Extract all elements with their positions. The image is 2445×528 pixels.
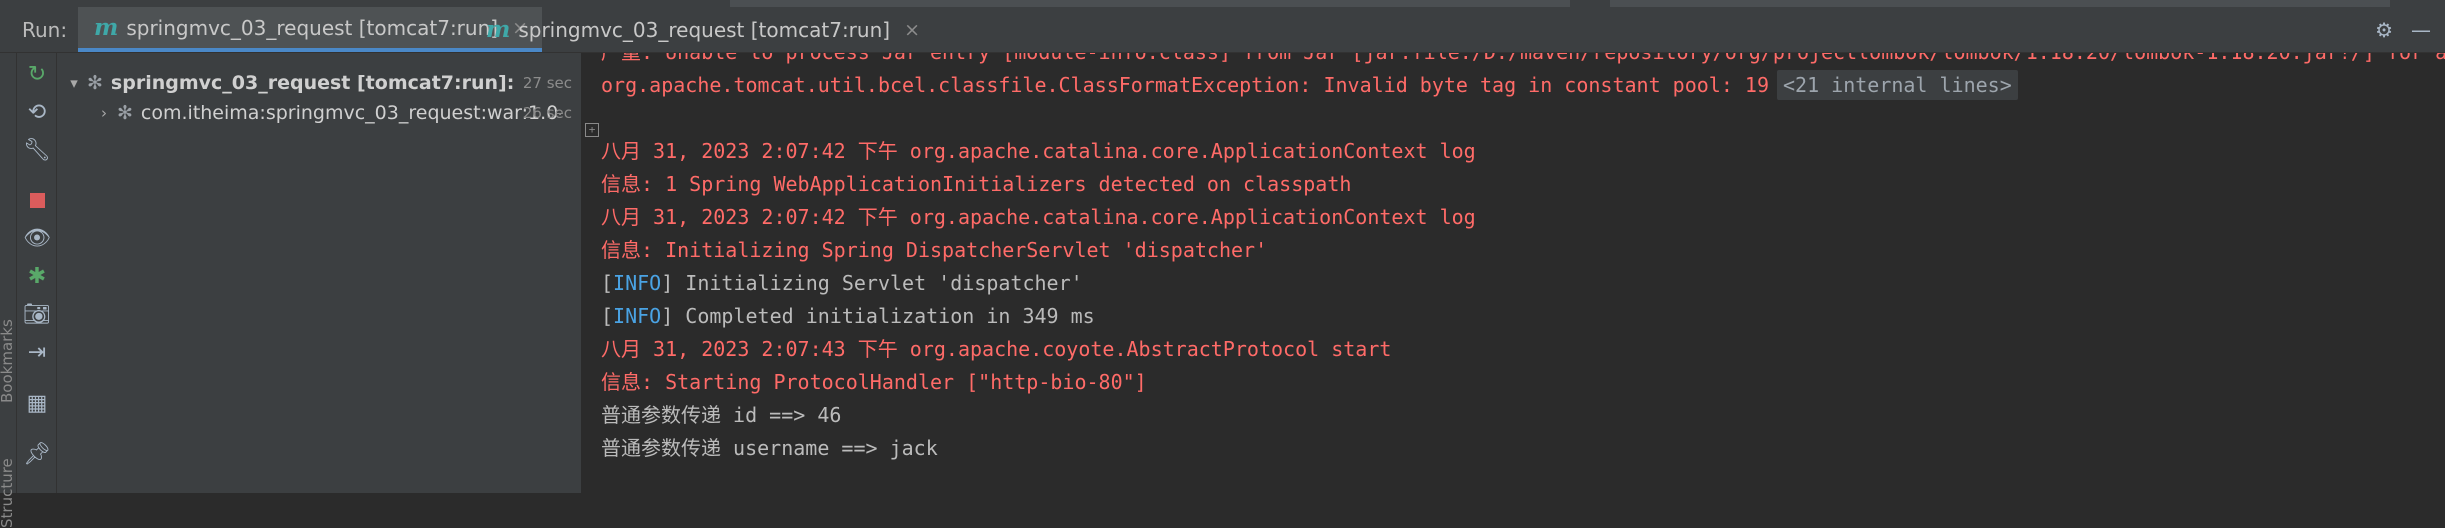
run-process-tree: ▾ ✻ springmvc_03_request [tomcat7:run]: … xyxy=(57,53,582,493)
console-line: 严重: Unable to process Jar entry [module-… xyxy=(601,53,2445,67)
bookmarks-tool-label[interactable]: Bookmarks xyxy=(0,319,16,403)
console-text: 八月 31, 2023 2:07:43 下午 org.apache.coyote… xyxy=(601,337,1392,361)
wrench-icon[interactable]: 🔧︎ xyxy=(17,133,57,167)
console-text: 普通参数传递 id ==> 46 xyxy=(601,403,842,427)
gear-icon[interactable]: ⚙ xyxy=(2375,18,2393,42)
tree-child-label: com.itheima:springmvc_03_request:war:1.0… xyxy=(140,102,561,124)
rerun-icon[interactable]: ↻ xyxy=(17,57,57,91)
console-text: 信息: Initializing Spring DispatcherServle… xyxy=(601,238,1268,262)
console-text: 普通参数传递 username ==> jack xyxy=(601,436,938,460)
spinner-icon: ✻ xyxy=(117,102,133,124)
structure-tool-label[interactable]: Structure xyxy=(0,458,16,528)
tab-title: springmvc_03_request [tomcat7:run] xyxy=(126,15,499,40)
console-line: [INFO] Initializing Servlet 'dispatcher' xyxy=(601,268,1083,298)
chevron-right-icon[interactable]: › xyxy=(91,104,117,122)
console-text: [ xyxy=(601,271,614,295)
top-edge xyxy=(0,0,2445,7)
tree-root-label: springmvc_03_request [tomcat7:run]: xyxy=(110,72,515,94)
console-line: 八月 31, 2023 2:07:43 下午 org.apache.coyote… xyxy=(601,334,1391,364)
top-scroll-segment xyxy=(1610,0,2390,7)
console-text: ] Initializing Servlet 'dispatcher' xyxy=(661,271,1083,295)
run-tab-bar: Run: m springmvc_03_request [tomcat7:run… xyxy=(0,7,2445,53)
tab-title: springmvc_03_request [tomcat7:run] xyxy=(518,17,891,42)
console-text: 信息: Starting ProtocolHandler ["http-bio-… xyxy=(601,370,1147,394)
console-line: 普通参数传递 username ==> jack xyxy=(601,433,938,463)
run-panel-options: ⚙ — xyxy=(2375,18,2431,42)
console-line: [INFO] Completed initialization in 349 m… xyxy=(601,301,1095,331)
debug-bug-icon[interactable]: ✱ xyxy=(17,259,57,293)
console-text: 八月 31, 2023 2:07:42 下午 org.apache.catali… xyxy=(601,139,1476,163)
console-line: 八月 31, 2023 2:07:42 下午 org.apache.catali… xyxy=(601,136,1476,166)
console-line: 普通参数传递 id ==> 46 xyxy=(601,400,841,430)
console-text: INFO xyxy=(613,271,662,295)
console-text: INFO xyxy=(613,304,662,328)
console-output[interactable]: + 严重: Unable to process Jar entry [modul… xyxy=(583,53,2445,493)
close-icon[interactable]: × xyxy=(904,19,920,41)
pin-icon[interactable]: 📌︎ xyxy=(17,437,57,471)
console-text: org.apache.tomcat.util.bcel.classfile.Cl… xyxy=(601,73,1769,97)
console-line: org.apache.tomcat.util.bcel.classfile.Cl… xyxy=(601,70,2018,100)
tree-row-root[interactable]: ▾ ✻ springmvc_03_request [tomcat7:run]: … xyxy=(61,67,576,99)
camera-icon[interactable]: 📷︎ xyxy=(17,297,57,331)
eye-icon[interactable]: 👁︎ xyxy=(17,221,57,255)
tab-run-config[interactable]: m springmvc_03_request [tomcat7:run] × xyxy=(470,7,934,52)
side-tool-strip: Bookmarks Structure xyxy=(0,53,17,528)
exit-icon[interactable]: ⇥ xyxy=(17,335,57,369)
console-text: 八月 31, 2023 2:07:42 下午 org.apache.catali… xyxy=(601,205,1476,229)
spinner-icon: ✻ xyxy=(87,72,103,94)
console-text: 信息: 1 Spring WebApplicationInitializers … xyxy=(601,172,1352,196)
maven-icon: m xyxy=(486,16,511,43)
run-label: Run: xyxy=(22,18,68,42)
console-line: 信息: Starting ProtocolHandler ["http-bio-… xyxy=(601,367,1147,397)
console-line: 信息: 1 Spring WebApplicationInitializers … xyxy=(601,169,1351,199)
minimize-icon[interactable]: — xyxy=(2411,18,2431,42)
run-actions-toolbar: ↻ ⟲ 🔧︎ 👁︎ ✱ 📷︎ ⇥ ▦ 📌︎ xyxy=(17,53,57,493)
console-text: [ xyxy=(601,304,614,328)
elapsed-time: 27 sec xyxy=(522,74,572,92)
console-line: 八月 31, 2023 2:07:42 下午 org.apache.catali… xyxy=(601,202,1476,232)
restart-debug-icon[interactable]: ⟲ xyxy=(17,95,57,129)
maven-icon: m xyxy=(94,14,119,41)
tree-row-child[interactable]: › ✻ com.itheima:springmvc_03_request:war… xyxy=(91,97,576,129)
stop-icon[interactable] xyxy=(17,183,57,217)
top-scroll-segment xyxy=(730,0,1570,7)
console-text: 严重: Unable to process Jar entry [module-… xyxy=(601,53,2445,64)
layout-icon[interactable]: ▦ xyxy=(17,386,57,420)
console-line: 信息: Initializing Spring DispatcherServle… xyxy=(601,235,1267,265)
fold-marker-icon[interactable]: + xyxy=(585,123,599,137)
internal-lines-fold[interactable]: <21 internal lines> xyxy=(1776,70,2018,100)
console-text: ] Completed initialization in 349 ms xyxy=(661,304,1095,328)
elapsed-time: 26 sec xyxy=(522,104,572,122)
chevron-down-icon[interactable]: ▾ xyxy=(61,74,87,92)
